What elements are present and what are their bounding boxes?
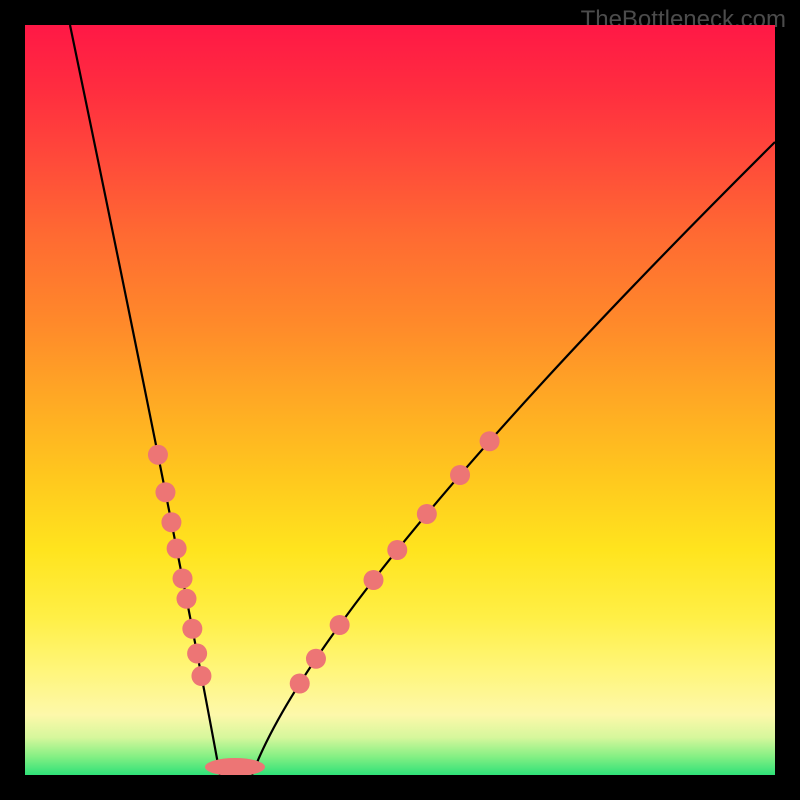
curve-marker bbox=[191, 666, 211, 686]
curve-marker bbox=[364, 570, 384, 590]
curve-marker bbox=[148, 445, 168, 465]
curve-marker bbox=[176, 589, 196, 609]
curve-marker bbox=[155, 482, 175, 502]
curve-marker bbox=[450, 465, 470, 485]
marker-overlay bbox=[148, 431, 500, 775]
curve-minimum-marker bbox=[205, 758, 265, 775]
curve-marker bbox=[417, 504, 437, 524]
right-curve bbox=[252, 142, 775, 775]
curve-marker bbox=[306, 649, 326, 669]
curve-marker bbox=[387, 540, 407, 560]
curve-marker bbox=[161, 512, 181, 532]
curve-marker bbox=[330, 615, 350, 635]
curve-marker bbox=[480, 431, 500, 451]
bottleneck-plot bbox=[25, 25, 775, 775]
curve-marker bbox=[173, 569, 193, 589]
curve-marker bbox=[290, 674, 310, 694]
curve-marker bbox=[167, 539, 187, 559]
curve-marker bbox=[182, 619, 202, 639]
curves-svg bbox=[25, 25, 775, 775]
curve-marker bbox=[187, 644, 207, 664]
